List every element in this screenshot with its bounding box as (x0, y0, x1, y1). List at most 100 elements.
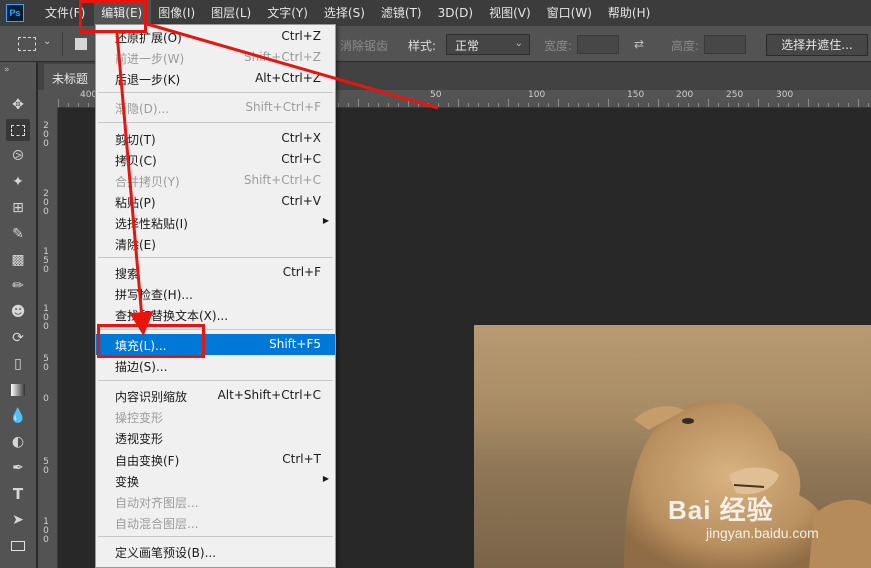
ruler-tick (678, 103, 679, 107)
tool-preset-icon[interactable] (18, 37, 36, 51)
menu-3d[interactable]: 3D(D) (431, 0, 482, 26)
ruler-tick (718, 103, 719, 107)
ruler-tick (658, 99, 659, 107)
ruler-tick (468, 103, 469, 107)
history-brush-tool-icon[interactable]: ⟳ (6, 327, 30, 349)
ruler-tick (568, 103, 569, 107)
clone-stamp-tool-icon[interactable]: ☻ (6, 301, 30, 323)
menu-item-fade[interactable]: 渐隐(D)... Shift+Ctrl+F (96, 97, 335, 118)
menu-window[interactable]: 窗口(W) (540, 0, 601, 26)
height-input[interactable] (704, 35, 746, 54)
menu-layer[interactable]: 图层(L) (204, 0, 260, 26)
menu-item-copy[interactable]: 拷贝(C) Ctrl+C (96, 149, 335, 170)
menu-filter[interactable]: 滤镜(T) (374, 0, 431, 26)
new-selection-icon[interactable] (75, 38, 87, 50)
menu-item-auto-blend-layers[interactable]: 自动混合图层... (96, 512, 335, 533)
ruler-tick (748, 103, 749, 107)
blur-tool-icon[interactable]: 💧 (6, 405, 30, 427)
menu-item-puppet-warp[interactable]: 操控变形 (96, 406, 335, 427)
menu-item-step-backward[interactable]: 后退一步(K) Alt+Ctrl+Z (96, 68, 335, 89)
annotation-box-fill-item (97, 324, 205, 358)
path-selection-tool-icon[interactable]: ➤ (6, 509, 30, 531)
chevron-down-icon[interactable]: ⌄ (43, 36, 51, 47)
gradient-tool-icon[interactable] (6, 379, 30, 401)
ruler-tick (448, 103, 449, 107)
swap-icon[interactable]: ⇄ (634, 37, 644, 51)
ruler-tick (598, 103, 599, 107)
ruler-label: 250 (726, 90, 744, 100)
menu-select[interactable]: 选择(S) (317, 0, 374, 26)
ruler-tick (638, 103, 639, 107)
ruler-tick (668, 103, 669, 107)
magic-wand-tool-icon[interactable]: ✦ (6, 171, 30, 193)
ruler-label: 150 (627, 90, 645, 100)
ruler-tick (818, 103, 819, 107)
menu-item-transform[interactable]: 变换 ▶ (96, 470, 335, 491)
menu-item-search[interactable]: 搜索 Ctrl+F (96, 262, 335, 283)
ruler-tick (628, 103, 629, 107)
healing-brush-tool-icon[interactable]: ▩ (6, 249, 30, 271)
menu-item-step-forward[interactable]: 前进一步(W) Shift+Ctrl+Z (96, 47, 335, 68)
ruler-tick (758, 99, 759, 107)
ruler-tick (358, 99, 359, 107)
ruler-tick (488, 103, 489, 107)
rectangle-tool-icon[interactable] (6, 535, 30, 557)
menu-view[interactable]: 视图(V) (482, 0, 540, 26)
menu-item-define-brush-preset[interactable]: 定义画笔预设(B)... (96, 541, 335, 562)
menu-item-content-aware-scale[interactable]: 内容识别缩放 Alt+Shift+Ctrl+C (96, 385, 335, 406)
select-and-mask-button[interactable]: 选择并遮住... (766, 34, 868, 56)
menu-separator (98, 257, 333, 258)
ruler-label: 300 (776, 90, 794, 100)
watermark-sub: jingyan.baidu.com (706, 525, 819, 541)
menu-image[interactable]: 图像(I) (151, 0, 204, 26)
menu-help[interactable]: 帮助(H) (601, 0, 659, 26)
marquee-tool-icon[interactable] (6, 119, 30, 141)
menu-item-free-transform[interactable]: 自由变换(F) Ctrl+T (96, 449, 335, 470)
width-input[interactable] (577, 35, 619, 54)
pen-tool-icon[interactable]: ✒ (6, 457, 30, 479)
menu-item-paste-special[interactable]: 选择性粘贴(I) ▶ (96, 212, 335, 233)
dodge-tool-icon[interactable]: ◐ (6, 431, 30, 453)
crop-tool-icon[interactable]: ⊞ (6, 197, 30, 219)
antialias-checkbox-label[interactable]: 消除锯齿 (340, 37, 388, 54)
menu-item-cut[interactable]: 剪切(T) Ctrl+X (96, 128, 335, 149)
menu-item-paste[interactable]: 粘贴(P) Ctrl+V (96, 191, 335, 212)
menu-item-clear[interactable]: 清除(E) (96, 233, 335, 254)
ruler-tick (848, 103, 849, 107)
style-select[interactable]: 正常 ⌄ (446, 34, 530, 55)
eraser-tool-icon[interactable]: ▯ (6, 353, 30, 375)
ruler-tick (738, 103, 739, 107)
menu-item-auto-align-layers[interactable]: 自动对齐图层... (96, 491, 335, 512)
ruler-tick (688, 103, 689, 107)
ruler-tick (608, 99, 609, 107)
ruler-tick (518, 103, 519, 107)
move-tool-icon[interactable]: ✥ (6, 94, 30, 116)
chevron-down-icon: ⌄ (514, 38, 523, 49)
ruler-label: 5 0 (43, 457, 49, 476)
ruler-tick (828, 103, 829, 107)
menu-item-spell-check[interactable]: 拼写检查(H)... (96, 283, 335, 304)
menu-item-stroke[interactable]: 描边(S)... (96, 355, 335, 376)
ruler-label: 0 (43, 394, 49, 404)
ruler-tick (348, 103, 349, 107)
menu-item-perspective-warp[interactable]: 透视变形 (96, 427, 335, 448)
annotation-box-edit-menu (79, 0, 147, 33)
ruler-tick (368, 103, 369, 107)
menu-item-find-replace[interactable]: 查找和替换文本(X)... (96, 304, 335, 325)
brush-tool-icon[interactable]: ✏ (6, 275, 30, 297)
menu-type[interactable]: 文字(Y) (260, 0, 317, 26)
ruler-tick (798, 103, 799, 107)
ruler-label: 5 0 (43, 354, 49, 373)
eyedropper-tool-icon[interactable]: ✎ (6, 223, 30, 245)
style-select-value: 正常 (455, 39, 480, 53)
lasso-tool-icon[interactable]: ⧁ (6, 145, 30, 167)
type-tool-icon[interactable]: T (6, 483, 30, 505)
divider (62, 32, 63, 56)
ruler-label: 1 0 0 (43, 304, 49, 332)
ruler-tick (528, 103, 529, 107)
ruler-tick (548, 103, 549, 107)
ruler-tick (778, 103, 779, 107)
ruler-tick (388, 103, 389, 107)
menu-item-copy-merged[interactable]: 合并拷贝(Y) Shift+Ctrl+C (96, 170, 335, 191)
collapse-icon[interactable]: » (4, 65, 10, 75)
